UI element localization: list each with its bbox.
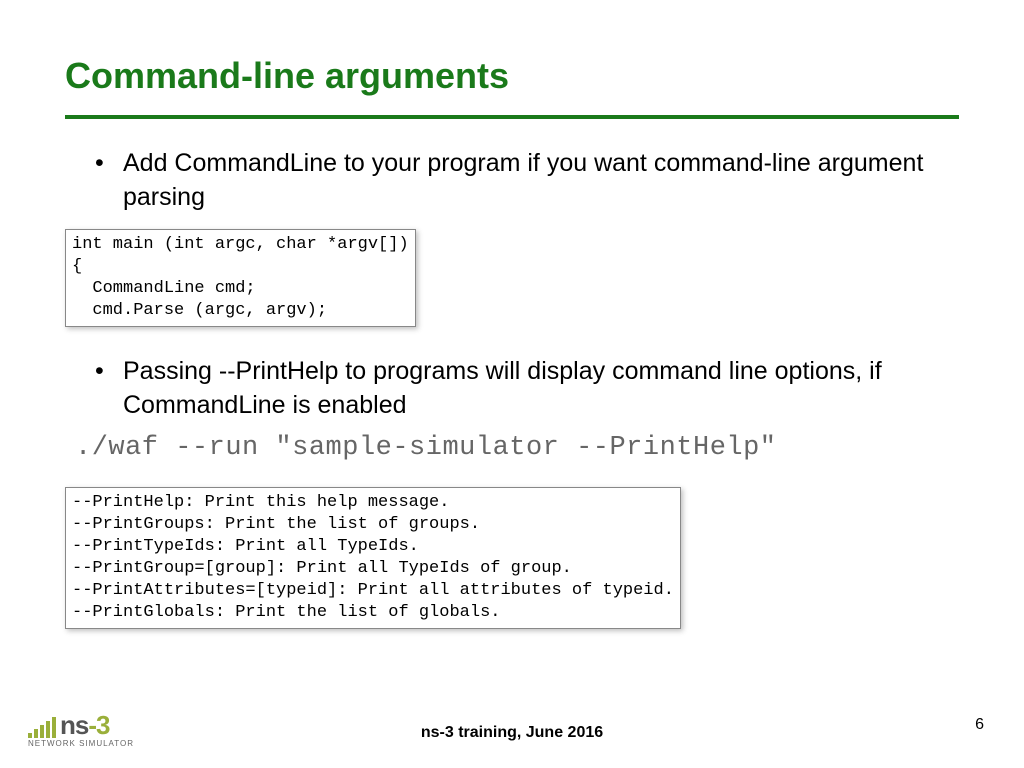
code-snippet-help-output: --PrintHelp: Print this help message. --… bbox=[65, 487, 681, 630]
page-number: 6 bbox=[975, 716, 984, 734]
bullet-text: Passing --PrintHelp to programs will dis… bbox=[123, 355, 959, 423]
slide: Command-line arguments • Add CommandLine… bbox=[0, 0, 1024, 768]
slide-content: • Add CommandLine to your program if you… bbox=[65, 147, 959, 657]
code-snippet-main: int main (int argc, char *argv[]) { Comm… bbox=[65, 229, 416, 327]
footer-text: ns-3 training, June 2016 bbox=[421, 724, 603, 742]
slide-title: Command-line arguments bbox=[65, 55, 959, 97]
bullet-item: • Add CommandLine to your program if you… bbox=[95, 147, 959, 215]
footer: ns-3 training, June 2016 bbox=[0, 724, 1024, 742]
command-line-example: ./waf --run "sample-simulator --PrintHel… bbox=[75, 430, 959, 466]
bullet-text: Add CommandLine to your program if you w… bbox=[123, 147, 959, 215]
bullet-item: • Passing --PrintHelp to programs will d… bbox=[95, 355, 959, 423]
title-divider bbox=[65, 115, 959, 119]
bullet-dot: • bbox=[95, 147, 123, 215]
bullet-dot: • bbox=[95, 355, 123, 423]
